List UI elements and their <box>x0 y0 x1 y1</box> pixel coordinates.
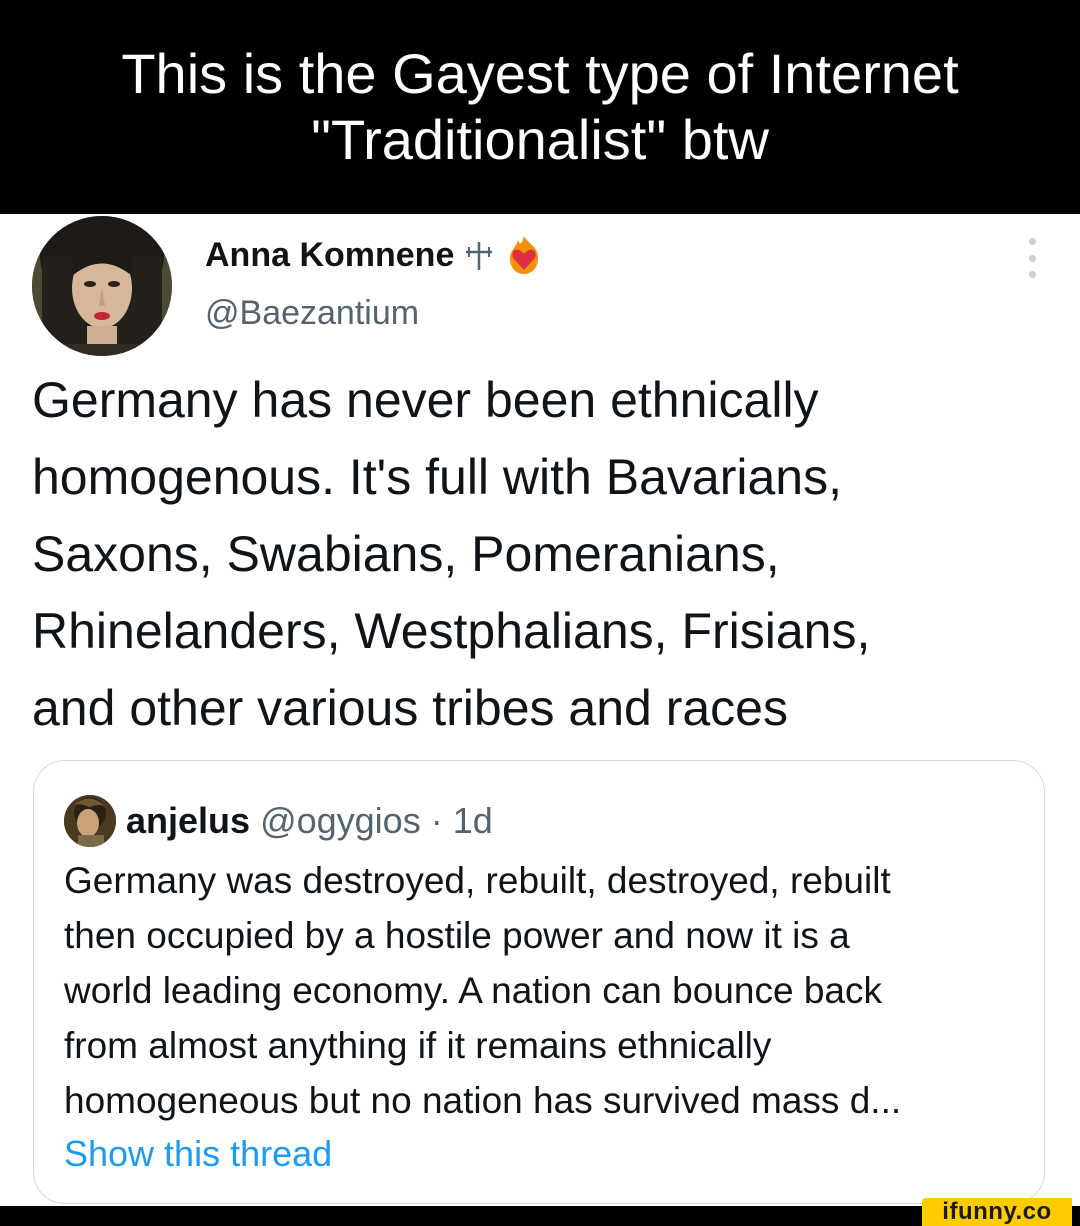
quote-timestamp[interactable]: 1d <box>453 800 493 842</box>
watermark-logo: ifunny.co <box>922 1198 1072 1226</box>
quote-text-line: Germany was destroyed, rebuilt, destroye… <box>64 860 891 901</box>
user-handle[interactable]: @Baezantium <box>205 294 419 333</box>
tweet-text-line: and other various tribes and races <box>32 680 788 736</box>
quote-display-name[interactable]: anjelus <box>126 800 250 842</box>
tweet-text-line: homogenous. It's full with Bavarians, <box>32 449 842 505</box>
quote-avatar[interactable] <box>64 795 116 847</box>
tweet-text-line: Saxons, Swabians, Pomeranians, <box>32 526 780 582</box>
quoted-tweet-text: Germany was destroyed, rebuilt, destroye… <box>64 853 1024 1128</box>
quote-avatar-portrait <box>64 795 116 847</box>
tweet-text: Germany has never been ethnically homoge… <box>32 362 1052 747</box>
meme-page: This is the Gayest type of Internet "Tra… <box>0 0 1080 1226</box>
show-thread-link[interactable]: Show this thread <box>64 1133 332 1175</box>
fire-heart-emoji <box>510 236 539 274</box>
tweet-text-line: Rhinelanders, Westphalians, Frisians, <box>32 603 871 659</box>
more-dot-icon <box>1028 238 1036 245</box>
quoted-tweet-header: anjelus @ogygios · 1d <box>64 795 493 847</box>
display-name-row[interactable]: Anna Komnene <box>205 234 544 276</box>
quote-text-line: world leading economy. A nation can boun… <box>64 970 882 1011</box>
avatar-portrait <box>32 216 172 356</box>
meme-caption: This is the Gayest type of Internet "Tra… <box>0 0 1080 214</box>
quoted-tweet[interactable]: anjelus @ogygios · 1d Germany was destro… <box>33 760 1045 1204</box>
caption-line-1: This is the Gayest type of Internet <box>121 42 959 105</box>
more-options-button[interactable] <box>1024 238 1040 278</box>
quote-text-line: from almost anything if it remains ethni… <box>64 1025 772 1066</box>
quote-separator: · <box>430 800 443 841</box>
cross-icon <box>466 242 493 270</box>
quote-text-line: then occupied by a hostile power and now… <box>64 915 850 956</box>
quote-text-line: homogeneous but no nation has survived m… <box>64 1080 902 1121</box>
more-dot-icon <box>1028 271 1036 278</box>
caption-line-2: "Traditionalist" btw <box>311 108 769 171</box>
footer-bar <box>0 1206 1080 1226</box>
tweet-header: Anna Komnene @Baezantium <box>32 216 1048 356</box>
display-name[interactable]: Anna Komnene <box>205 236 454 275</box>
quote-handle[interactable]: @ogygios <box>260 800 421 842</box>
more-dot-icon <box>1028 254 1036 262</box>
tweet-text-line: Germany has never been ethnically <box>32 372 819 428</box>
avatar[interactable] <box>32 216 172 356</box>
